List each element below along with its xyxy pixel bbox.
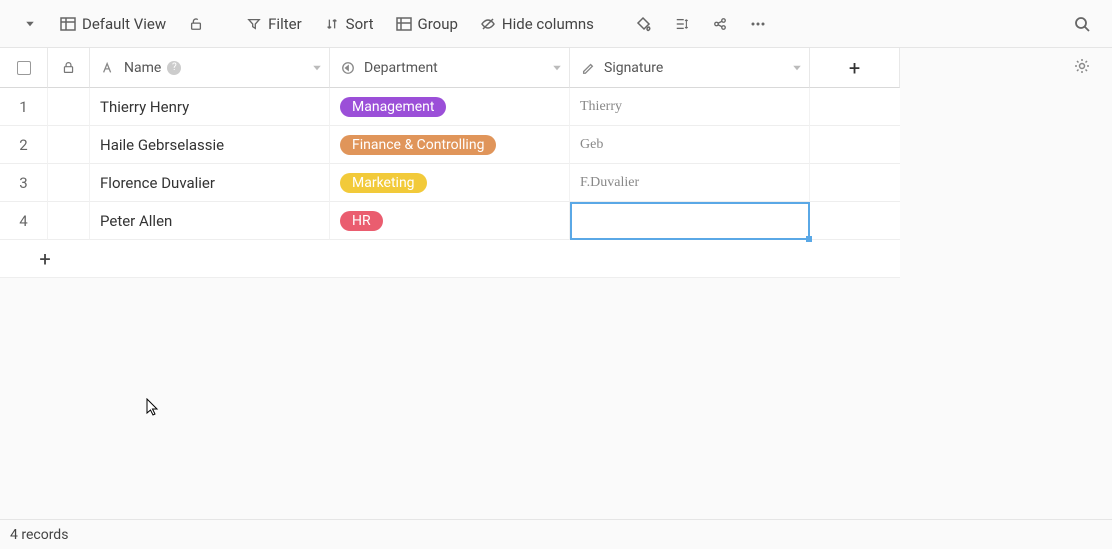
chevron-down-icon [311,62,323,74]
column-label: Signature [604,60,663,76]
column-header-department[interactable]: Department [330,48,570,88]
add-row-button[interactable]: + [0,240,90,278]
share-icon [712,16,728,32]
hide-columns-label: Hide columns [502,15,594,33]
row-lock-cell[interactable] [48,126,90,164]
cell-signature[interactable] [570,202,810,240]
status-bar: 4 records [0,519,1112,549]
sort-label: Sort [346,15,374,33]
paint-bucket-icon [636,16,652,32]
record-count: 4 records [10,527,68,543]
row-height-icon [674,16,690,32]
cell-name[interactable]: Peter Allen [90,202,330,240]
cell-department[interactable]: Marketing [330,164,570,202]
department-pill: Management [340,97,446,117]
help-icon: ? [167,61,181,75]
dots-icon [750,16,766,32]
add-column-button[interactable]: + [810,48,900,88]
cell-department[interactable]: Management [330,88,570,126]
hide-columns-button[interactable]: Hide columns [472,11,602,37]
cell-signature[interactable]: F.Duvalier [570,164,810,202]
cell-empty [810,164,900,202]
row-number[interactable]: 2 [0,126,48,164]
eye-off-icon [480,16,496,32]
lock-column-header[interactable] [48,48,90,88]
add-row-fill [90,240,900,278]
signature-text: F.Duvalier [580,175,639,191]
checkbox-icon [17,61,31,75]
gear-icon [1074,58,1090,74]
cell-department[interactable]: HR [330,202,570,240]
signature-column-icon [580,60,596,76]
grid-icon [60,16,76,32]
caret-down-icon [22,16,38,32]
department-pill: Marketing [340,173,427,193]
view-switcher[interactable]: Default View [52,11,174,37]
column-label: Name [124,60,161,76]
lock-view-button[interactable] [180,12,212,36]
row-number[interactable]: 1 [0,88,48,126]
mouse-cursor-icon [146,398,160,418]
sort-icon [324,16,340,32]
row-lock-cell[interactable] [48,88,90,126]
row-lock-cell[interactable] [48,164,90,202]
row-number[interactable]: 3 [0,164,48,202]
filter-label: Filter [268,15,302,33]
row-height-button[interactable] [666,12,698,36]
cell-name[interactable]: Florence Duvalier [90,164,330,202]
cell-empty [810,88,900,126]
select-column-icon [340,60,356,76]
group-label: Group [418,15,458,33]
select-all-header[interactable] [0,48,48,88]
chevron-down-icon [791,62,803,74]
sort-button[interactable]: Sort [316,11,382,37]
unlock-icon [188,16,204,32]
department-pill: HR [340,211,383,231]
grid-wrap: Name ? Department Signature + 1 Thierry H… [0,48,1112,278]
signature-text: Geb [580,137,603,153]
cell-department[interactable]: Finance & Controlling [330,126,570,164]
plus-icon: + [849,56,860,80]
group-button[interactable]: Group [388,11,466,37]
signature-text: Thierry [580,99,622,115]
column-header-name[interactable]: Name ? [90,48,330,88]
row-number[interactable]: 4 [0,202,48,240]
search-button[interactable] [1066,12,1098,36]
text-column-icon [100,60,116,76]
share-button[interactable] [704,12,736,36]
more-button[interactable] [742,12,774,36]
filter-button[interactable]: Filter [238,11,310,37]
view-options-dropdown[interactable] [14,12,46,36]
group-icon [396,16,412,32]
column-header-signature[interactable]: Signature [570,48,810,88]
cell-name[interactable]: Haile Gebrselassie [90,126,330,164]
data-grid: Name ? Department Signature + 1 Thierry H… [0,48,1112,278]
chevron-down-icon [551,62,563,74]
toolbar: Default View Filter Sort Group Hide colu… [0,0,1112,48]
cell-signature[interactable]: Thierry [570,88,810,126]
color-button[interactable] [628,12,660,36]
search-icon [1074,16,1090,32]
table-settings-button[interactable] [1074,58,1090,74]
filter-icon [246,16,262,32]
row-lock-cell[interactable] [48,202,90,240]
cell-signature[interactable]: Geb [570,126,810,164]
view-name: Default View [82,15,166,33]
department-pill: Finance & Controlling [340,135,496,155]
cell-empty [810,202,900,240]
cell-empty [810,126,900,164]
cell-name[interactable]: Thierry Henry [90,88,330,126]
column-label: Department [364,60,438,76]
lock-icon [62,61,75,74]
